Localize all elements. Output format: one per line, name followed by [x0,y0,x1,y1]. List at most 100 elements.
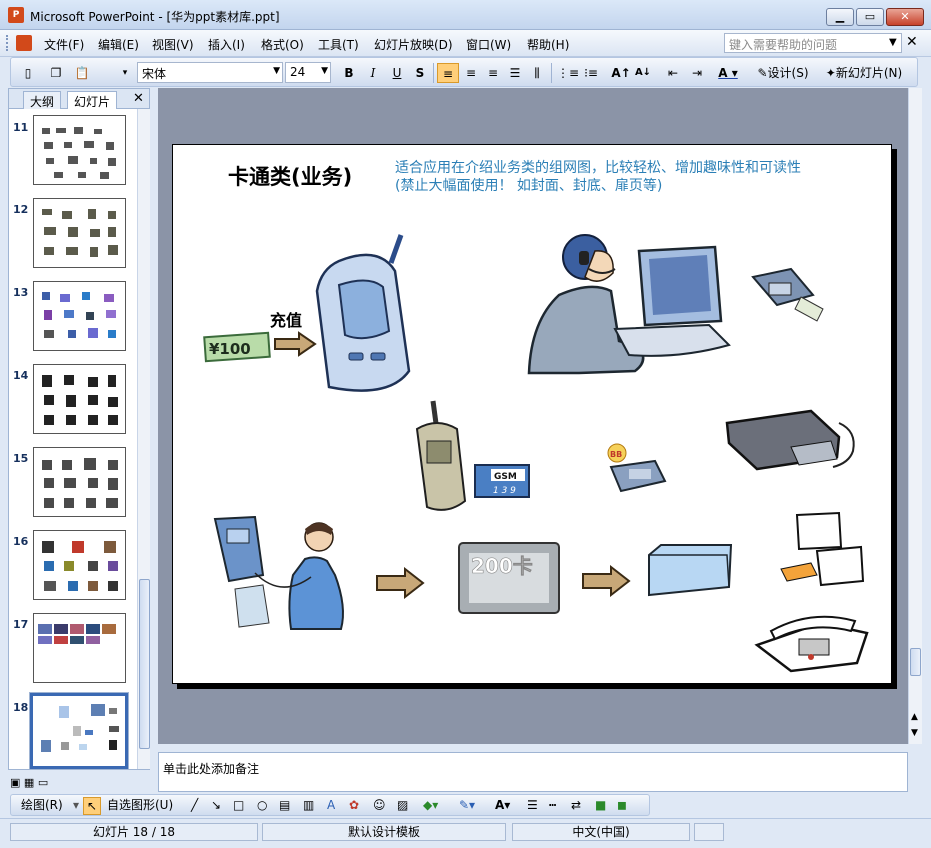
slide-thumbnail[interactable] [33,613,126,683]
menu-help[interactable]: 帮助(H) [527,36,569,53]
diagram-icon[interactable]: ✿ [349,797,359,813]
toolbar-options-icon[interactable]: ▾ [119,63,131,83]
line-style-icon[interactable]: ☰ [527,797,538,813]
slide-thumbnail[interactable] [33,530,126,600]
slide[interactable]: 卡通类(业务) 适合应用在介绍业务类的组网图，比较轻松、增加趣味性和可读性 (禁… [172,144,892,684]
menu-window[interactable]: 窗口(W) [466,36,511,53]
chevron-down-icon[interactable]: ▼ [889,37,897,48]
thumbnail-scrollbar[interactable] [137,109,150,769]
draw-menu[interactable]: 绘图(R) [21,797,63,813]
slide-canvas[interactable]: 卡通类(业务) 适合应用在介绍业务类的组网图，比较轻松、增加趣味性和可读性 (禁… [158,88,908,744]
new-document-icon[interactable]: ▯ [19,63,37,83]
line-color-icon[interactable]: ✎▾ [459,797,475,813]
align-center-icon[interactable]: ≡ [461,63,481,83]
powerpoint-app-icon[interactable]: P [8,7,24,23]
man-with-phone-icon[interactable] [211,515,361,637]
increase-font-icon[interactable]: A↑ [611,63,631,83]
help-search-input[interactable]: 键入需要帮助的问题 [724,33,902,53]
slide-thumbnail[interactable] [33,364,126,434]
notes-pane[interactable]: 单击此处添加备注 [158,752,908,792]
menubar-grip-icon[interactable] [6,35,10,51]
chevron-down-icon[interactable]: ▾ [73,797,79,813]
italic-button[interactable]: I [363,63,383,83]
document-icon[interactable] [16,35,32,51]
menu-slideshow[interactable]: 幻灯片放映(D) [374,36,453,53]
align-left-icon[interactable]: ≡ [437,63,459,83]
increase-indent-icon[interactable]: ⇥ [687,63,707,83]
oval-icon[interactable]: ○ [257,797,267,813]
next-slide-icon[interactable]: ▼ [911,728,918,738]
slide-thumbnail[interactable] [33,447,126,517]
arrow-icon[interactable]: ↘ [211,797,221,813]
pager-phone-icon[interactable]: BB [603,441,673,501]
minimize-button[interactable]: ▁ [826,8,854,26]
menu-tools[interactable]: 工具(T) [318,36,359,53]
maximize-button[interactable]: ▭ [856,8,884,26]
close-icon[interactable]: ✕ [133,91,144,106]
decrease-font-icon[interactable]: A↓ [633,63,653,83]
slide-thumbnail[interactable] [33,198,126,268]
canvas-scrollbar[interactable]: ▲ ▼ [908,88,922,744]
status-language[interactable]: 中文(中国) [512,823,690,841]
menu-format[interactable]: 格式(O) [261,36,304,53]
justify-icon[interactable]: ☰ [505,63,525,83]
numbered-list-icon[interactable]: ⋮≡ [557,63,579,83]
vertical-textbox-icon[interactable]: ▥ [303,797,314,813]
server-box-icon[interactable] [645,543,735,599]
slide-subtitle[interactable]: 适合应用在介绍业务类的组网图，比较轻松、增加趣味性和可读性 (禁止大幅面使用！ … [395,159,801,195]
scroll-thumb[interactable] [910,648,921,676]
dash-style-icon[interactable]: ┅ [549,797,556,813]
close-button[interactable]: ✕ [886,8,924,26]
select-pointer-icon[interactable]: ↖ [83,797,101,815]
underline-button[interactable]: U [387,63,407,83]
money-bill-icon[interactable]: ¥100 [203,331,273,365]
scroll-thumb[interactable] [139,579,150,749]
font-color-icon[interactable]: A ▾ [713,63,743,83]
menu-insert[interactable]: 插入(I) [208,36,245,53]
3d-style-icon[interactable]: ◼ [617,797,627,813]
copy-icon[interactable]: ❐ [47,63,65,83]
mobile-phone-icon[interactable] [309,231,419,401]
slide-thumbnail[interactable] [33,115,126,185]
decrease-indent-icon[interactable]: ⇤ [663,63,683,83]
normal-view-icon[interactable]: ▣ [10,776,20,789]
cell-phone-icon[interactable] [407,397,477,519]
menu-edit[interactable]: 编辑(E) [98,36,139,53]
menu-view[interactable]: 视图(V) [152,36,194,53]
paste-icon[interactable]: 📋 [73,63,91,83]
font-family-select[interactable]: 宋体 ▼ [137,62,283,83]
gsm-card-icon[interactable]: GSM 1 3 9 [473,463,533,501]
status-template[interactable]: 默认设计模板 [262,823,506,841]
tab-outline[interactable]: 大纲 [23,91,62,109]
slide-thumbnail[interactable] [33,281,126,351]
computer-icon[interactable] [777,511,867,597]
picture-icon[interactable]: ▨ [397,797,408,813]
font-size-select[interactable]: 24 ▼ [285,62,331,83]
prev-slide-icon[interactable]: ▲ [911,712,918,722]
distribute-icon[interactable]: ⫼ [527,63,547,83]
shadow-button[interactable]: S [410,63,430,83]
arrow-style-icon[interactable]: ⇄ [571,797,581,813]
menu-file[interactable]: 文件(F) [44,36,84,53]
autoshapes-menu[interactable]: 自选图形(U) [107,797,173,813]
call-center-agent-icon[interactable] [519,221,849,391]
line-icon[interactable]: ╱ [191,797,198,813]
slide-sorter-icon[interactable]: ▦ [24,776,34,789]
wordart-icon[interactable]: A [327,797,335,813]
design-button[interactable]: ✎设计(S) [753,63,813,83]
rectangle-icon[interactable]: □ [233,797,244,813]
fill-color-icon[interactable]: ◆▾ [423,797,438,813]
slide-title[interactable]: 卡通类(业务) [228,161,352,191]
new-slide-button[interactable]: ✦新幻灯片(N) [819,63,909,83]
bullet-list-icon[interactable]: ⁝≡ [581,63,601,83]
slideshow-icon[interactable]: ▭ [38,776,48,789]
align-right-icon[interactable]: ≡ [483,63,503,83]
tab-slides[interactable]: 幻灯片 [67,91,118,109]
bold-button[interactable]: B [339,63,359,83]
textbox-icon[interactable]: ▤ [279,797,290,813]
fax-machine-icon[interactable] [721,407,861,477]
close-icon[interactable]: ✕ [906,34,918,50]
font-color-icon[interactable]: A▾ [495,797,510,813]
slide-thumbnail-selected[interactable] [29,692,129,770]
clipart-icon[interactable]: ☺ [373,797,386,813]
